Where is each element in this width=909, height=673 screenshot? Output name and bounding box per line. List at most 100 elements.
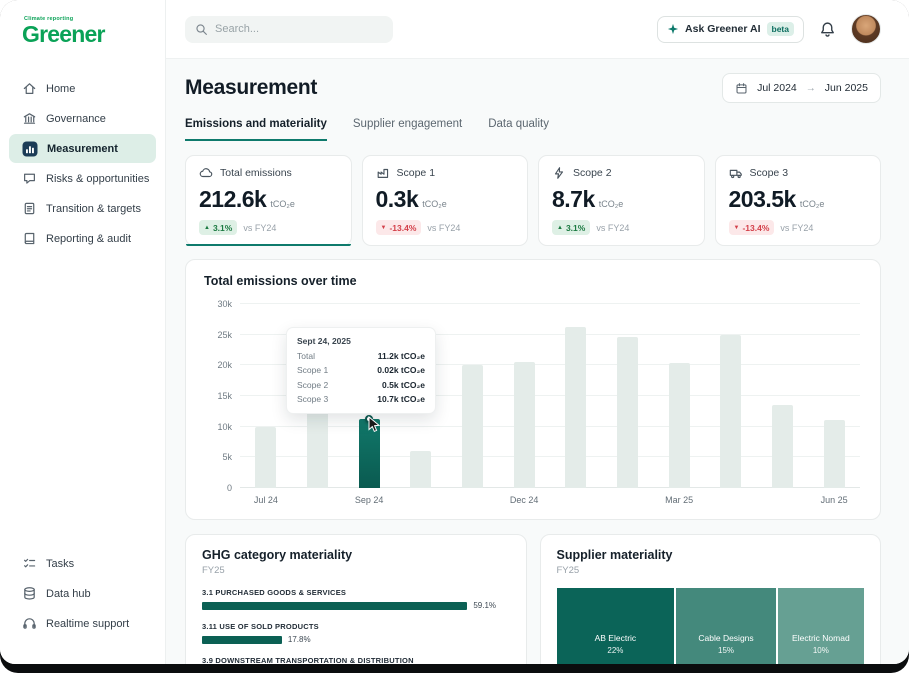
bar-column: [550, 304, 602, 488]
tab-supplier-engagement[interactable]: Supplier engagement: [353, 118, 462, 141]
bell-icon[interactable]: [819, 21, 836, 38]
emissions-bar-oct-24[interactable]: [410, 451, 432, 488]
sidebar-item-home[interactable]: Home: [9, 74, 156, 103]
tasks-icon: [24, 558, 36, 568]
supplier-name: Cable Designs: [698, 633, 754, 643]
tooltip-row-value: 0.02k tCO₂e: [377, 365, 425, 375]
tooltip-row-value: 11.2k tCO₂e: [377, 350, 425, 361]
emissions-bar-dec-24[interactable]: [513, 361, 535, 488]
scope2-energy-icon: [554, 167, 564, 179]
ghg-category-bar[interactable]: [202, 635, 282, 644]
ghg-materiality-card: GHG category materiality FY25 3.1 PURCHA…: [185, 534, 527, 664]
supplier-name: AB Electric: [594, 633, 637, 643]
page-content: Measurement Jul 2024 → Jun 2025 Emission…: [166, 59, 909, 664]
emissions-bar-mar-25[interactable]: [668, 362, 690, 488]
ghg-category-value: 59.1%: [473, 601, 497, 610]
kpi-cards: Total emissions 212.6ktCO₂e 3.1%vs FY24 …: [185, 155, 881, 246]
y-axis-label: 15k: [217, 391, 232, 401]
sidebar-item-data-hub[interactable]: Data hub: [9, 579, 156, 608]
bar-column: [705, 304, 757, 488]
sidebar-nav: Home Governance Measurement Risks & oppo…: [0, 74, 165, 253]
tab-data-quality[interactable]: Data quality: [488, 118, 549, 141]
sidebar-footer-nav: Tasks Data hub Realtime support: [0, 549, 165, 638]
chart-title: Supplier materiality: [556, 548, 673, 562]
sidebar-item-transition-targets[interactable]: Transition & targets: [9, 194, 156, 223]
sidebar-item-risks-opportunities[interactable]: Risks & opportunities: [9, 164, 156, 193]
search-icon: [196, 23, 207, 35]
kpi-value: 8.7k: [552, 186, 595, 212]
sidebar-item-label: Tasks: [46, 557, 75, 570]
sidebar-item-reporting-audit[interactable]: Reporting & audit: [9, 224, 156, 253]
sidebar-item-realtime-support[interactable]: Realtime support: [9, 609, 156, 638]
kpi-unit: tCO₂e: [799, 199, 825, 209]
tooltip-row-label: Scope 1: [297, 365, 329, 375]
mouse-cursor: [368, 416, 381, 433]
sidebar-item-governance[interactable]: Governance: [9, 104, 156, 133]
emissions-bar-jul-24[interactable]: [255, 426, 277, 488]
calendar-icon: [736, 82, 747, 93]
brand-logo[interactable]: Climate reporting Greener: [0, 16, 165, 60]
kpi-label: Total emissions: [220, 167, 292, 179]
kpi-card-total-emissions[interactable]: Total emissions 212.6ktCO₂e 3.1% vs FY24: [185, 155, 352, 246]
tooltip-row-label: Total: [297, 350, 315, 361]
tooltip-row-value: 10.7k tCO₂e: [377, 394, 425, 404]
emissions-bar-nov-24[interactable]: [462, 365, 484, 488]
transition-icon: [24, 202, 35, 215]
emissions-bar-aug-24[interactable]: [307, 411, 328, 488]
y-axis-label: 25k: [217, 329, 232, 340]
emissions-bar-apr-25[interactable]: [720, 335, 742, 488]
kpi-card-scope-2[interactable]: Scope 2 8.7ktCO₂e 3.1% vs FY24: [538, 155, 705, 246]
bar-column: [447, 304, 499, 488]
sidebar-item-measurement[interactable]: Measurement: [9, 134, 156, 164]
cloud-icon: [199, 168, 213, 178]
kpi-label: Scope 3: [749, 167, 789, 179]
ghg-bar-line: 59.1%: [202, 601, 510, 610]
supplier-share: 15%: [718, 646, 735, 655]
sidebar-item-label: Transition & targets: [46, 202, 141, 215]
browser-frame: Climate reporting Greener Home Governanc…: [0, 0, 909, 673]
treemap-block-ab-electric[interactable]: AB Electric 22%: [556, 588, 675, 664]
ghg-category-label: 3.1 PURCHASED GOODS & SERVICES: [202, 588, 347, 597]
kpi-value: 212.6k: [199, 186, 267, 212]
bar-column: [240, 304, 292, 488]
sidebar-item-label: Risks & opportunities: [46, 172, 150, 185]
kpi-compare: vs FY24: [596, 222, 630, 233]
avatar[interactable]: [851, 14, 881, 44]
x-axis-label: Mar 25: [665, 495, 694, 505]
measurement-chart-icon: [22, 141, 38, 157]
app-window: Climate reporting Greener Home Governanc…: [0, 0, 909, 664]
kpi-compare: vs FY24: [780, 222, 814, 233]
emissions-bar-jan-25[interactable]: [565, 326, 587, 488]
tooltip-date: Sept 24, 2025: [297, 336, 351, 346]
emissions-bar-feb-25[interactable]: [617, 337, 639, 488]
tab-emissions-and-materiality[interactable]: Emissions and materiality: [185, 118, 327, 141]
search-box[interactable]: [185, 15, 393, 43]
treemap-block-electric-nomad[interactable]: Electric Nomad 10%: [777, 588, 865, 664]
y-axis-label: 20k: [217, 360, 232, 371]
kpi-label: Scope 1: [396, 167, 436, 179]
risks-icon: [24, 173, 35, 184]
main-area: Ask Greener AI beta Measurement Jul 2024…: [166, 0, 909, 664]
emissions-chart-card: Total emissions over time Sept 24, 2025 …: [185, 259, 881, 520]
kpi-value: 0.3k: [375, 186, 419, 212]
tooltip-row-label: Scope 3: [297, 394, 329, 404]
emissions-bar-jun-25[interactable]: [823, 419, 845, 488]
ghg-category-bar[interactable]: [202, 601, 468, 610]
supplier-share: 10%: [812, 646, 829, 655]
bar-column: [757, 304, 809, 488]
kpi-card-scope-3[interactable]: Scope 3 203.5ktCO₂e -13.4% vs FY24: [714, 155, 881, 246]
ask-ai-button[interactable]: Ask Greener AI beta: [657, 15, 804, 43]
kpi-card-scope-1[interactable]: Scope 1 0.3ktCO₂e -13.4% vs FY24: [361, 155, 528, 246]
treemap-block-cable-designs[interactable]: Cable Designs 15%: [676, 588, 776, 664]
search-input[interactable]: [215, 23, 383, 35]
supplier-share: 22%: [607, 646, 624, 655]
date-range-picker[interactable]: Jul 2024 → Jun 2025: [722, 73, 881, 103]
sparkle-icon: [667, 23, 679, 35]
data-hub-icon: [24, 587, 35, 600]
sidebar-item-tasks[interactable]: Tasks: [9, 549, 156, 578]
page-title: Measurement: [185, 76, 318, 99]
emissions-bar-may-25[interactable]: [772, 404, 794, 488]
scope1-factory-icon: [377, 168, 388, 178]
supplier-treemap: AB Electric 22% Cable Designs 15% Electric N…: [556, 588, 865, 664]
tooltip-row-label: Scope 2: [297, 379, 329, 390]
